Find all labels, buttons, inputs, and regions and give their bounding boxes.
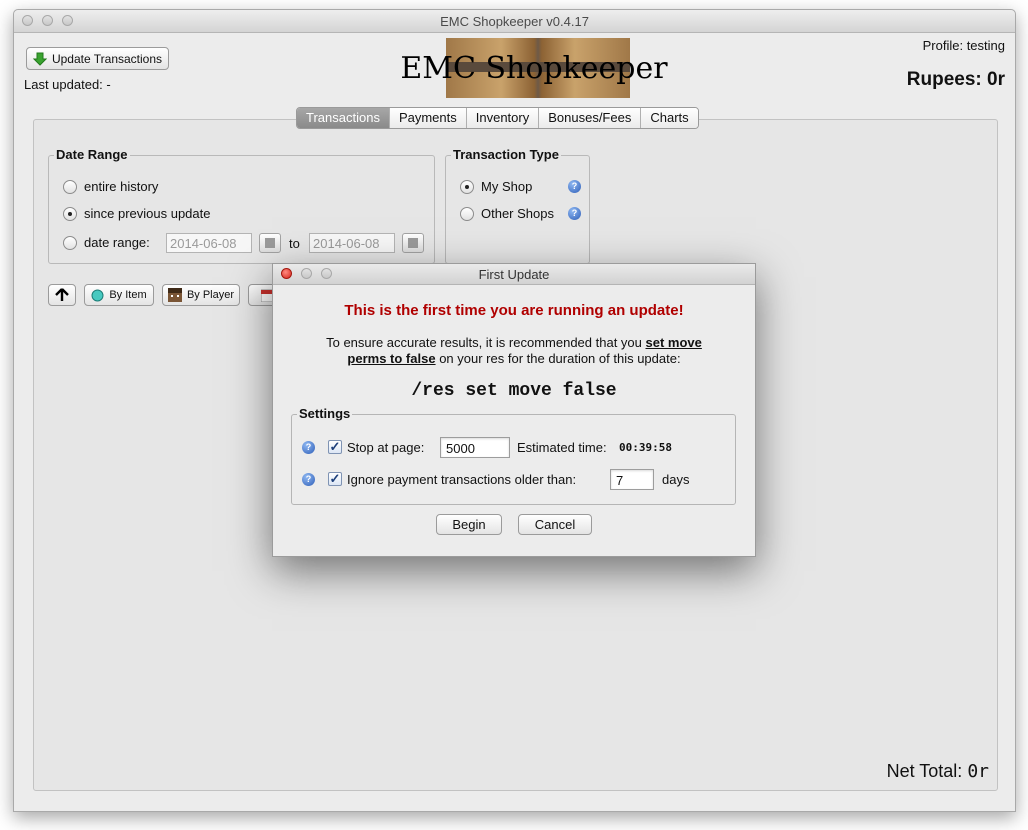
radio-since-previous-update[interactable]	[63, 207, 77, 221]
sort-up-button[interactable]	[48, 284, 76, 306]
to-calendar-button[interactable]	[402, 233, 424, 253]
estimated-time-label: Estimated time:	[517, 440, 607, 455]
to-label: to	[289, 236, 300, 251]
by-item-button[interactable]: By Item	[84, 284, 154, 306]
date-range-group: Date Range entire history since previous…	[48, 147, 435, 264]
main-tabs: Transactions Payments Inventory Bonuses/…	[296, 107, 699, 129]
settings-group: Settings ? ✓ Stop at page: 5000 Estimate…	[291, 406, 736, 505]
net-total-label: Net Total:	[886, 761, 963, 781]
net-total-value: 0r	[967, 761, 989, 782]
ignore-days-input[interactable]: 7	[610, 469, 654, 490]
window-title: EMC Shopkeeper v0.4.17	[440, 14, 589, 29]
net-total: Net Total: 0r	[887, 761, 989, 782]
set-move-link-part1: set move	[645, 335, 702, 350]
tab-inventory[interactable]: Inventory	[466, 108, 540, 128]
cancel-button[interactable]: Cancel	[518, 514, 592, 535]
estimated-time-value: 00:39:58	[619, 441, 672, 454]
to-date-field[interactable]: 2014-06-08	[309, 233, 395, 253]
by-player-label: By Player	[186, 289, 235, 301]
message-text-2: on your res for the duration of this upd…	[439, 351, 681, 366]
tab-transactions[interactable]: Transactions	[297, 108, 390, 128]
from-calendar-button[interactable]	[259, 233, 281, 253]
dialog-title-bar: First Update	[273, 264, 755, 285]
command-text: /res set move false	[411, 381, 617, 401]
stop-help-icon[interactable]: ?	[302, 441, 315, 454]
ignore-help-icon[interactable]: ?	[302, 473, 315, 486]
ignore-payments-label: Ignore payment transactions older than:	[347, 472, 577, 487]
from-date-field[interactable]: 2014-06-08	[166, 233, 252, 253]
message-text-1: To ensure accurate results, it is recomm…	[326, 335, 642, 350]
update-transactions-label: Update Transactions	[51, 51, 163, 66]
first-update-dialog: First Update This is the first time you …	[272, 263, 756, 557]
dialog-headline: This is the first time you are running a…	[344, 302, 684, 319]
radio-date-range[interactable]	[63, 236, 77, 250]
tab-bonuses-fees[interactable]: Bonuses/Fees	[539, 108, 642, 128]
player-head-icon	[167, 288, 182, 302]
last-updated-text: Last updated: -	[24, 77, 111, 92]
since-previous-update-label: since previous update	[84, 206, 211, 221]
entire-history-label: entire history	[84, 179, 159, 194]
dialog-message: To ensure accurate results, it is recomm…	[293, 335, 735, 367]
rupees-balance: Rupees: 0r	[906, 69, 1005, 90]
other-shops-help-icon[interactable]: ?	[568, 207, 581, 220]
app-title: EMC Shopkeeper	[400, 51, 668, 86]
diamond-icon	[91, 289, 104, 301]
my-shop-help-icon[interactable]: ?	[568, 180, 581, 193]
stop-at-page-input[interactable]: 5000	[440, 437, 510, 458]
transaction-type-group: Transaction Type My Shop ? Other Shops ?	[445, 147, 590, 264]
settings-title: Settings	[297, 406, 353, 421]
radio-other-shops[interactable]	[460, 207, 474, 221]
radio-my-shop[interactable]	[460, 180, 474, 194]
transaction-type-title: Transaction Type	[451, 147, 561, 162]
radio-entire-history[interactable]	[63, 180, 77, 194]
arrow-up-icon	[55, 288, 69, 301]
by-item-label: By Item	[109, 289, 147, 301]
my-shop-label: My Shop	[481, 179, 533, 194]
stop-at-page-label: Stop at page:	[347, 440, 425, 455]
date-range-label: date range:	[84, 235, 150, 250]
title-bar: EMC Shopkeeper v0.4.17	[14, 10, 1015, 33]
set-move-link-part2: perms to false	[347, 351, 436, 366]
begin-button[interactable]: Begin	[436, 514, 502, 535]
download-arrow-icon	[32, 52, 47, 66]
other-shops-label: Other Shops	[481, 206, 554, 221]
by-player-button[interactable]: By Player	[162, 284, 240, 306]
ignore-payments-checkbox[interactable]: ✓	[328, 472, 342, 486]
profile-text: Profile: testing	[922, 38, 1005, 53]
tab-payments[interactable]: Payments	[389, 108, 467, 128]
update-transactions-button[interactable]: Update Transactions	[26, 47, 169, 70]
days-label: days	[662, 472, 690, 487]
date-range-title: Date Range	[54, 147, 130, 162]
dialog-title: First Update	[478, 267, 550, 282]
stop-at-page-checkbox[interactable]: ✓	[328, 440, 342, 454]
tab-charts[interactable]: Charts	[641, 108, 698, 128]
